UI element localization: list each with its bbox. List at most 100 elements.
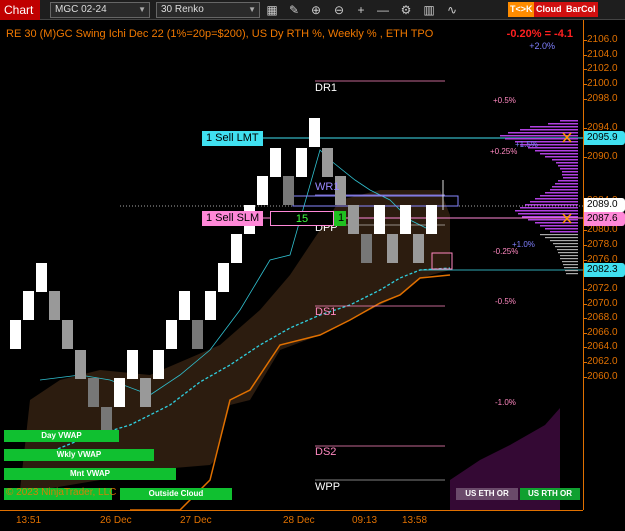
copyright-watermark: © 2023 NinjaTrader, LLC bbox=[6, 487, 117, 498]
renko-brick bbox=[127, 350, 138, 379]
wr1-label: WR1 bbox=[315, 181, 340, 193]
renko-brick bbox=[153, 350, 164, 379]
chart-tab[interactable]: Chart bbox=[0, 0, 40, 20]
renko-brick bbox=[283, 176, 294, 205]
outside-cloud-bar: Outside Cloud bbox=[120, 488, 232, 500]
us-rth-or-bar: US RTH OR bbox=[520, 488, 580, 500]
barcol-toggle-button[interactable]: BarCol bbox=[564, 2, 598, 17]
renko-brick bbox=[23, 291, 34, 320]
y-tick: 2090.0 bbox=[583, 151, 618, 163]
us-eth-or-bar: US ETH OR bbox=[456, 488, 518, 500]
y-tick: 2070.0 bbox=[583, 297, 618, 309]
wkly-vwap-bar: Wkly VWAP bbox=[4, 449, 154, 461]
x-tick: 13:58 bbox=[402, 515, 428, 526]
renko-brick bbox=[49, 291, 60, 320]
tk-toggle-button[interactable]: T<>K bbox=[508, 2, 535, 17]
renko-brick bbox=[426, 205, 437, 234]
y-tick: 2062.0 bbox=[583, 356, 618, 368]
renko-brick bbox=[309, 118, 320, 147]
renko-brick bbox=[218, 263, 229, 292]
renko-brick bbox=[140, 378, 151, 407]
wpp-label: WPP bbox=[315, 481, 341, 493]
y-tick: 2066.0 bbox=[583, 326, 618, 338]
tpo-gray-profile bbox=[540, 234, 578, 275]
x-tick: 27 Dec bbox=[180, 515, 212, 526]
renko-brick bbox=[10, 320, 21, 349]
period-selector[interactable]: 30 Renko ▼ bbox=[156, 2, 260, 18]
ds2-label: DS2 bbox=[315, 446, 337, 458]
renko-brick bbox=[62, 320, 73, 349]
separator-icon: — bbox=[377, 3, 389, 17]
dr1-label: DR1 bbox=[315, 82, 338, 94]
renko-brick bbox=[257, 176, 268, 205]
y-tick: 2064.0 bbox=[583, 341, 618, 353]
renko-brick bbox=[114, 378, 125, 407]
renko-brick bbox=[75, 350, 86, 379]
crosshair-icon[interactable]: + bbox=[352, 1, 370, 19]
renko-brick bbox=[296, 148, 307, 177]
sell-slm-count: 1 bbox=[334, 211, 346, 226]
renko-brick bbox=[322, 148, 333, 177]
renko-brick bbox=[348, 205, 359, 234]
renko-brick bbox=[36, 263, 47, 292]
day-vwap-bar: Day VWAP bbox=[4, 430, 119, 442]
price-box-sell-lmt: 2095.9 bbox=[584, 131, 625, 145]
pct-plus-0-5: +0.5% bbox=[493, 96, 516, 105]
x-tick: 13:51 bbox=[16, 515, 42, 526]
indicators-icon[interactable]: ∿ bbox=[443, 1, 461, 19]
sell-slm-quantity[interactable]: 15 bbox=[270, 211, 334, 226]
sell-lmt-order[interactable]: 1 Sell LMT bbox=[202, 131, 263, 146]
y-tick: 2072.0 bbox=[583, 282, 618, 294]
pct-plus-1-0: +1.0% bbox=[512, 240, 535, 249]
bar-style-icon[interactable]: ▦ bbox=[263, 1, 281, 19]
y-tick: 2068.0 bbox=[583, 312, 618, 324]
chart-toolbar: Chart MGC 02-24 ▼ 30 Renko ▼ ▦ ✎ ⊕ ⊖ + — ⚙… bbox=[0, 0, 625, 20]
renko-brick bbox=[166, 320, 177, 349]
renko-brick bbox=[231, 234, 242, 263]
renko-brick bbox=[179, 291, 190, 320]
pct-plus-0-25: +0.25% bbox=[490, 147, 518, 156]
renko-brick bbox=[192, 320, 203, 349]
instrument-value: MGC 02-24 bbox=[55, 4, 107, 15]
renko-brick bbox=[374, 205, 385, 234]
renko-brick bbox=[413, 234, 424, 263]
x-tick: 26 Dec bbox=[100, 515, 132, 526]
chart-properties-icon[interactable]: ▥ bbox=[420, 1, 438, 19]
chart-title: RE 30 (M)GC Swing Ichi Dec 22 (1%=20p=$2… bbox=[6, 28, 434, 40]
price-box-sell-slm: 2087.6 bbox=[584, 212, 625, 226]
y-tick: 2098.0 bbox=[583, 92, 618, 104]
ds1-label: DS1 bbox=[315, 306, 337, 318]
period-value: 30 Renko bbox=[161, 4, 204, 15]
sell-slm-order[interactable]: 1 Sell SLM bbox=[202, 211, 264, 226]
renko-brick bbox=[270, 148, 281, 177]
chevron-down-icon: ▼ bbox=[138, 5, 146, 14]
pct-minus-1-0: -1.0% bbox=[495, 398, 516, 407]
y-tick: 2102.0 bbox=[583, 63, 618, 75]
daily-change: -0.20% = -4.1 bbox=[506, 28, 573, 40]
zoom-out-icon[interactable]: ⊖ bbox=[330, 1, 348, 19]
y-tick: 2104.0 bbox=[583, 48, 618, 60]
cloud-toggle-button[interactable]: Cloud bbox=[534, 2, 564, 17]
y-tick: 2060.0 bbox=[583, 370, 618, 382]
drawing-tools-icon[interactable]: ✎ bbox=[285, 1, 303, 19]
y-tick: 2106.0 bbox=[583, 34, 618, 45]
renko-brick bbox=[205, 291, 216, 320]
x-tick: 28 Dec bbox=[283, 515, 315, 526]
mnt-vwap-bar: Mnt VWAP bbox=[4, 468, 176, 480]
zoom-in-icon[interactable]: ⊕ bbox=[307, 1, 325, 19]
strategy-icon[interactable]: ⚙ bbox=[397, 1, 415, 19]
renko-brick bbox=[387, 234, 398, 263]
instrument-selector[interactable]: MGC 02-24 ▼ bbox=[50, 2, 150, 18]
pct-minus-0-5: -0.5% bbox=[495, 297, 516, 306]
x-tick: 09:13 bbox=[352, 515, 378, 526]
weekly-change: +2.0% bbox=[529, 41, 555, 51]
time-axis[interactable]: 13:51 26 Dec 27 Dec 28 Dec 09:13 13:58 bbox=[0, 510, 583, 531]
price-box-last: 2089.0 bbox=[584, 198, 625, 212]
renko-brick bbox=[88, 378, 99, 407]
y-tick: 2078.0 bbox=[583, 238, 618, 250]
renko-brick bbox=[361, 234, 372, 263]
chevron-down-icon: ▼ bbox=[248, 5, 256, 14]
renko-brick bbox=[400, 205, 411, 234]
pct-plus-1-5: +1.5% bbox=[515, 140, 538, 149]
y-tick: 2100.0 bbox=[583, 77, 618, 89]
